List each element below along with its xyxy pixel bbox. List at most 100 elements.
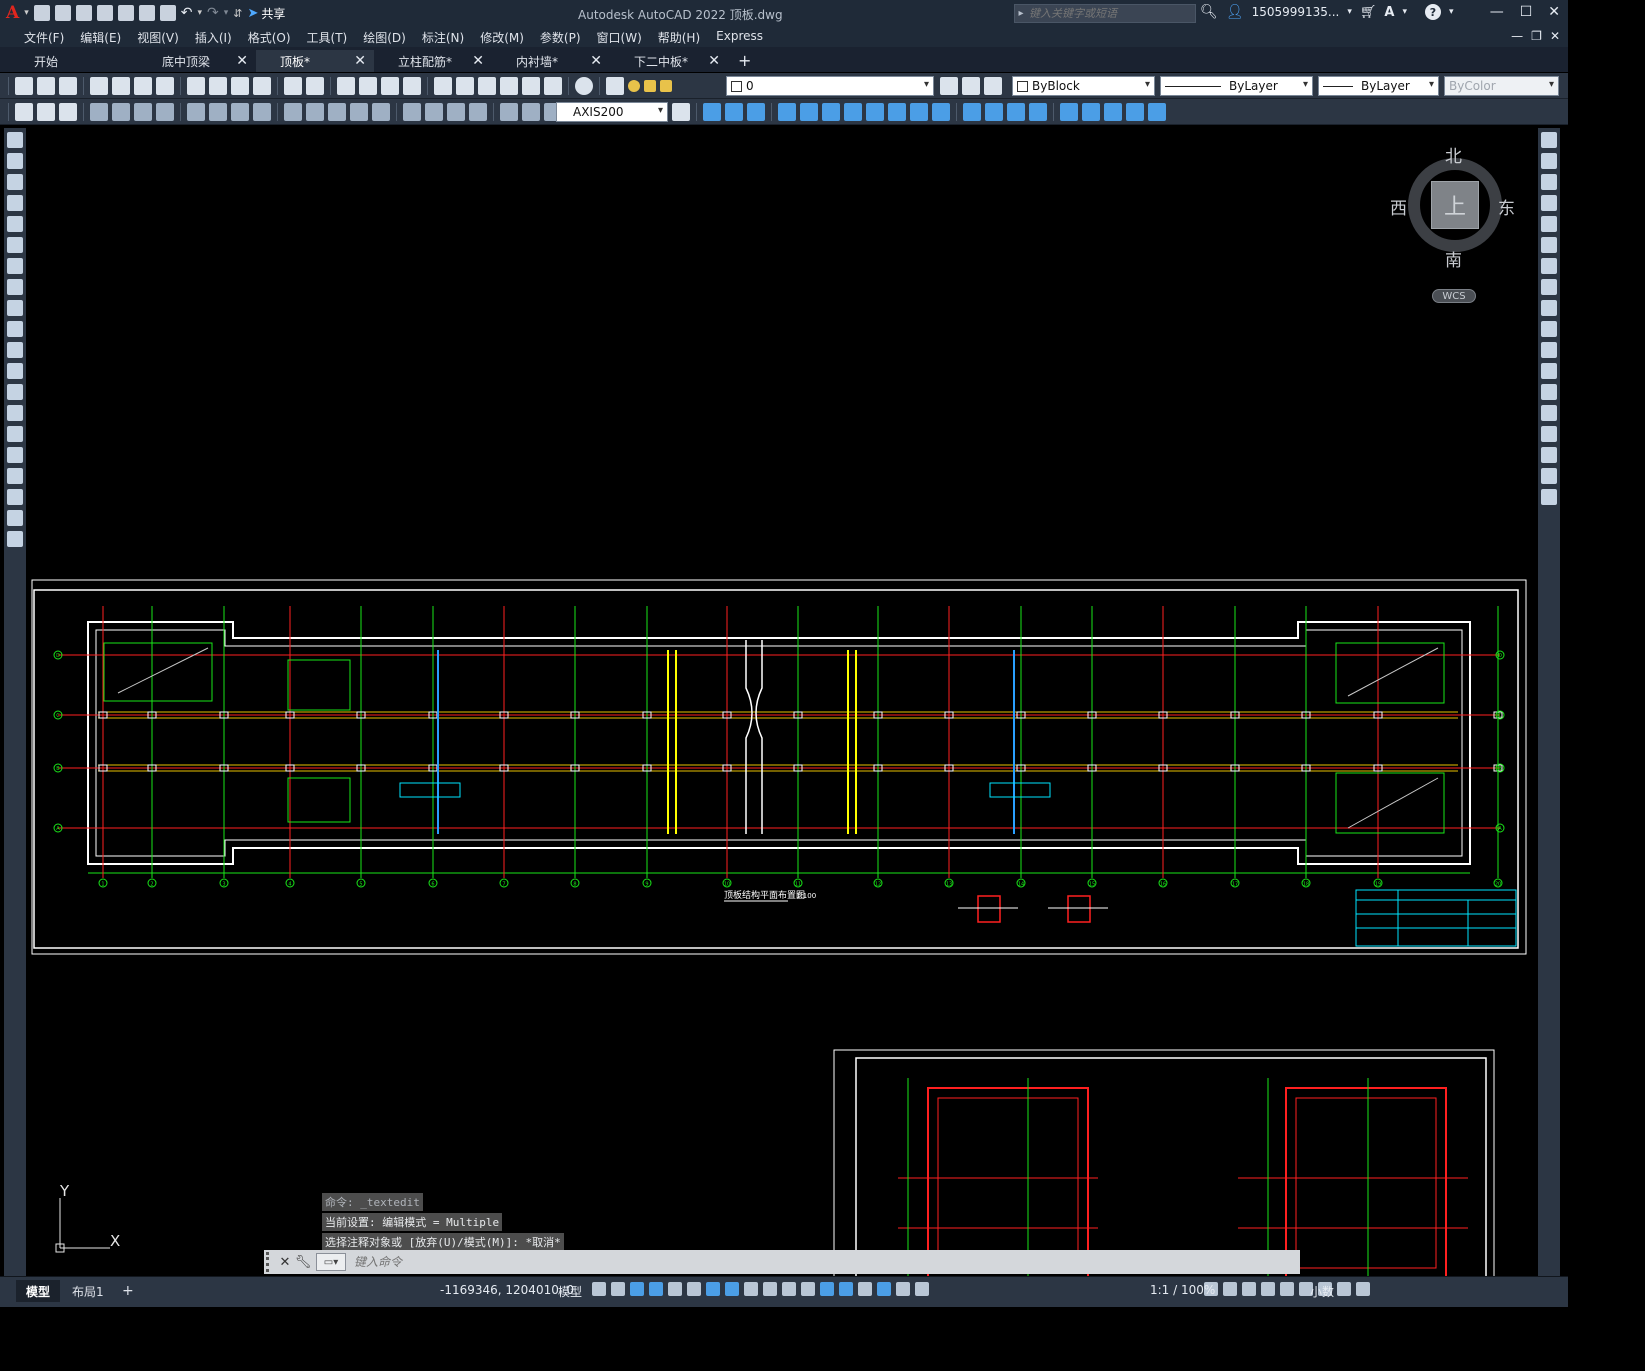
color-faces-icon[interactable] <box>932 103 950 121</box>
close-tab-icon[interactable]: ✕ <box>236 53 248 69</box>
new-tab-icon[interactable]: + <box>738 51 751 70</box>
menu-item[interactable]: 绘图(D) <box>355 29 414 46</box>
toolbar-grip[interactable] <box>8 77 9 95</box>
annotation-scale-icon[interactable] <box>915 1282 929 1296</box>
imprint-icon[interactable] <box>1007 103 1025 121</box>
explode-icon[interactable] <box>1541 489 1557 505</box>
zoom-window-icon[interactable] <box>381 77 399 95</box>
insert-block-icon[interactable] <box>7 363 23 379</box>
selection-filter-icon[interactable] <box>839 1282 853 1296</box>
taper-faces-icon[interactable] <box>888 103 906 121</box>
table-icon[interactable] <box>7 489 23 505</box>
annotation-visibility-icon[interactable] <box>877 1282 891 1296</box>
compass-east[interactable]: 东 <box>1498 194 1515 219</box>
cart-icon[interactable]: 🛒︎ <box>1360 5 1377 20</box>
check-icon[interactable] <box>1104 103 1122 121</box>
jogged-dimension-icon[interactable] <box>209 103 227 121</box>
new-file-icon[interactable] <box>33 5 50 21</box>
viewcube-top-face[interactable]: 上 <box>1431 181 1479 229</box>
drawing-canvas[interactable]: 1 2 3 4 5 6 7 8 9 10 11 12 13 14 15 16 17 18 19 20 D D C C B B A A … <box>28 128 1536 1276</box>
ellipse-icon[interactable] <box>7 321 23 337</box>
3d-osnap-icon[interactable] <box>801 1282 815 1296</box>
separate-icon[interactable] <box>1060 103 1078 121</box>
linear-dimension-icon[interactable] <box>90 103 108 121</box>
lineweight-dropdown[interactable]: ByLayer ▾ <box>1318 76 1439 96</box>
command-line-grip[interactable] <box>266 1252 276 1272</box>
plotstyle-dropdown[interactable]: ByColor ▾ <box>1444 76 1559 96</box>
layer-state-icon[interactable] <box>984 77 1002 95</box>
user-icon[interactable]: 👤︎ <box>1226 4 1244 20</box>
blend-curves-icon[interactable] <box>1541 468 1557 484</box>
close-tab-icon[interactable]: ✕ <box>472 53 484 69</box>
close-window-icon[interactable]: ✕ <box>1548 4 1560 20</box>
tab-lining-wall[interactable]: 内衬墙* ✕ <box>492 50 610 72</box>
doc-minimize-icon[interactable]: — <box>1511 29 1523 43</box>
menu-item[interactable]: 修改(M) <box>472 29 532 46</box>
app-menu-arrow-icon[interactable]: ▾ <box>24 8 29 18</box>
tab-start[interactable]: 开始 <box>10 50 138 72</box>
match-properties-icon[interactable] <box>253 77 271 95</box>
markup-icon[interactable] <box>522 77 540 95</box>
menu-item[interactable]: 帮助(H) <box>650 29 708 46</box>
undo-icon[interactable]: ↶ <box>181 5 193 21</box>
jogged-linear-icon[interactable] <box>469 103 487 121</box>
plot-icon[interactable] <box>159 5 176 21</box>
search-expand-icon[interactable]: ▸ <box>1015 8 1027 19</box>
extrude-faces-icon[interactable] <box>778 103 796 121</box>
close-icon[interactable]: ✕ <box>276 1255 294 1270</box>
snap-mode-icon[interactable] <box>611 1282 625 1296</box>
copy-edges-icon[interactable] <box>963 103 981 121</box>
add-layout-icon[interactable]: + <box>112 1280 144 1302</box>
break-at-point-icon[interactable] <box>1541 363 1557 379</box>
user-name[interactable]: 1505999135... <box>1252 5 1340 19</box>
dimension-style-icon[interactable] <box>672 103 690 121</box>
undo-dropdown-icon[interactable]: ▾ <box>197 8 202 18</box>
tool-palettes-icon[interactable] <box>478 77 496 95</box>
quick-properties-icon[interactable] <box>1261 1282 1275 1296</box>
minimize-icon[interactable]: — <box>1490 4 1504 20</box>
polygon-icon[interactable] <box>7 195 23 211</box>
mirror-icon[interactable] <box>1541 174 1557 190</box>
help-icon[interactable]: ? <box>1425 4 1441 20</box>
shell-icon[interactable] <box>1082 103 1100 121</box>
ordinate-dimension-icon[interactable] <box>156 103 174 121</box>
open-icon[interactable] <box>37 77 55 95</box>
stretch-icon[interactable] <box>1541 300 1557 316</box>
subtract-icon[interactable] <box>725 103 743 121</box>
infer-constraints-icon[interactable] <box>630 1282 644 1296</box>
erase-icon[interactable] <box>1541 132 1557 148</box>
line-icon[interactable] <box>7 132 23 148</box>
close-tab-icon[interactable]: ✕ <box>708 53 720 69</box>
calculator-icon[interactable] <box>544 77 562 95</box>
copy-icon[interactable] <box>209 77 227 95</box>
offset-icon[interactable] <box>1541 195 1557 211</box>
close-tab-icon[interactable]: ✕ <box>590 53 602 69</box>
layer-properties-icon[interactable] <box>606 77 624 95</box>
redo-icon[interactable] <box>306 77 324 95</box>
undo-icon[interactable] <box>284 77 302 95</box>
inspection-icon[interactable] <box>447 103 465 121</box>
clean-screen-icon[interactable] <box>1337 1282 1351 1296</box>
menu-item[interactable]: 编辑(E) <box>72 29 129 46</box>
viewcube[interactable]: 上 北 南 东 西 <box>1390 147 1515 271</box>
lock-ui-icon[interactable] <box>1280 1282 1294 1296</box>
save-icon[interactable] <box>75 5 92 21</box>
plot-icon[interactable] <box>90 77 108 95</box>
close-tab-icon[interactable]: ✕ <box>354 53 366 69</box>
menu-item[interactable]: 文件(F) <box>16 29 72 46</box>
dynamic-ucs-icon[interactable] <box>820 1282 834 1296</box>
compass-west[interactable]: 西 <box>1390 194 1407 219</box>
save-icon[interactable] <box>59 77 77 95</box>
paste-icon[interactable] <box>231 77 249 95</box>
layer-dropdown[interactable]: 0 ▾ <box>726 76 934 96</box>
customize-qat-icon[interactable]: ⇵ <box>233 7 242 20</box>
share-button[interactable]: ➤ 共享 <box>247 5 285 22</box>
autodesk-a360-icon[interactable]: A <box>1384 5 1394 20</box>
circle-icon[interactable] <box>7 258 23 274</box>
rotate-faces-icon[interactable] <box>866 103 884 121</box>
command-input[interactable] <box>346 1252 1300 1272</box>
redo-icon[interactable]: ↷ <box>207 5 219 21</box>
menu-item[interactable]: 窗口(W) <box>589 29 650 46</box>
tab-beams[interactable]: 底中顶梁 ✕ <box>138 50 256 72</box>
offset-faces-icon[interactable] <box>822 103 840 121</box>
